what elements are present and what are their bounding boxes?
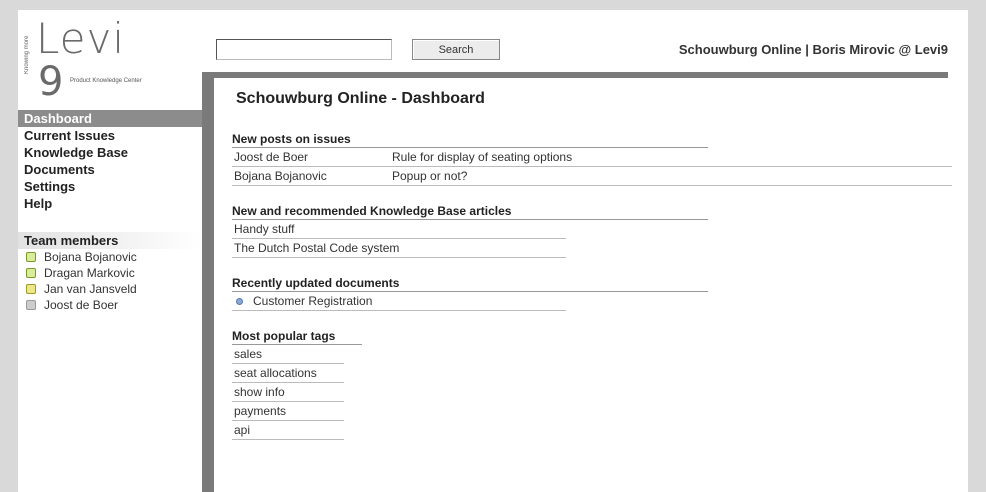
team-member-name: Bojana Bojanovic [44,250,137,264]
tag-link[interactable]: show info [232,383,344,402]
logo-brand: Levi [36,14,126,63]
sidebar-divider-bar [202,78,214,492]
document-bullet-icon [236,297,243,305]
online-status-icon [26,252,36,262]
tag-link[interactable]: api [232,421,344,440]
levi9-logo[interactable]: Knowing more Levi 9 Product Knowledge Ce… [24,16,204,106]
team-member-name: Joost de Boer [44,298,119,312]
sidebar-item-settings[interactable]: Settings [18,178,202,195]
kb-heading: New and recommended Knowledge Base artic… [232,204,708,220]
post-author: Bojana Bojanovic [234,169,327,183]
team-member-name: Dragan Markovic [44,266,135,280]
header-user-info: Schouwburg Online | Boris Mirovic @ Levi… [678,42,948,57]
documents-heading: Recently updated documents [232,276,708,292]
table-row[interactable]: Bojana Bojanovic Popup or not? [232,167,952,186]
logo-mark: 9 [38,59,64,105]
list-item[interactable]: Customer Registration [232,292,566,311]
sidebar-item-help[interactable]: Help [18,195,202,212]
team-member[interactable]: Joost de Boer [18,297,202,313]
team-member[interactable]: Bojana Bojanovic [18,249,202,265]
document-link[interactable]: Customer Registration [253,294,372,308]
offline-status-icon [26,300,36,310]
sidebar-item-dashboard[interactable]: Dashboard [18,110,202,127]
main-content: Schouwburg Online - Dashboard New posts … [232,90,952,440]
posts-section: New posts on issues Joost de Boer Rule f… [232,132,952,186]
sidebar-item-knowledge-base[interactable]: Knowledge Base [18,144,202,161]
team-member[interactable]: Jan van Jansveld [18,281,202,297]
header-divider-bar [202,72,948,78]
search-input[interactable] [216,39,392,60]
logo-side-text: Knowing more [24,35,30,75]
kb-article-link[interactable]: The Dutch Postal Code system [232,239,566,258]
away-status-icon [26,284,36,294]
kb-section: New and recommended Knowledge Base artic… [232,204,952,258]
documents-section: Recently updated documents Customer Regi… [232,276,952,311]
sidebar: Dashboard Current Issues Knowledge Base … [18,110,202,313]
page-title: Schouwburg Online - Dashboard [236,90,485,107]
logo-subtitle: Product Knowledge Center [70,78,142,84]
team-member[interactable]: Dragan Markovic [18,265,202,281]
kb-article-link[interactable]: Handy stuff [232,220,566,239]
tag-link[interactable]: sales [232,345,344,364]
tags-heading: Most popular tags [232,329,362,345]
team-members-heading: Team members [18,232,202,249]
post-author: Joost de Boer [234,150,309,164]
online-status-icon [26,268,36,278]
table-row[interactable]: Joost de Boer Rule for display of seatin… [232,148,952,167]
tag-link[interactable]: seat allocations [232,364,344,383]
tags-section: Most popular tags sales seat allocations… [232,329,952,440]
team-member-name: Jan van Jansveld [44,282,137,296]
sidebar-item-documents[interactable]: Documents [18,161,202,178]
posts-heading: New posts on issues [232,132,708,148]
sidebar-item-current-issues[interactable]: Current Issues [18,127,202,144]
search-button[interactable]: Search [412,39,500,60]
post-subject[interactable]: Rule for display of seating options [390,148,708,166]
tag-link[interactable]: payments [232,402,344,421]
post-subject[interactable]: Popup or not? [390,167,708,185]
page: Knowing more Levi 9 Product Knowledge Ce… [18,10,968,492]
